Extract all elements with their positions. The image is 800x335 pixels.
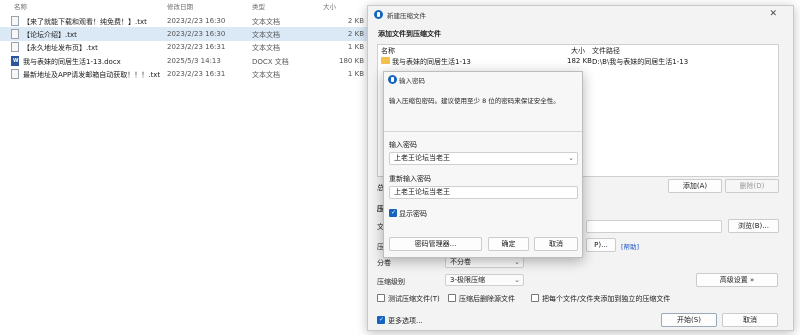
more-options-label: 更多选项... — [388, 317, 423, 325]
password-hint: 输入压缩包密码。建议使用至少 8 位的密码来保证安全性。 — [389, 97, 560, 105]
divider — [384, 131, 582, 132]
advanced-settings-button[interactable]: 高级设置 » — [696, 273, 778, 287]
reenter-password-value: 上老王论坛当老王 — [394, 188, 450, 196]
password-manager-button[interactable]: 密码管理器... — [389, 237, 482, 251]
file-date: 2023/2/23 16:30 — [167, 30, 226, 39]
add-button[interactable]: 添加(A) — [668, 179, 722, 193]
list-header-size[interactable]: 大小 — [571, 46, 585, 56]
enter-password-value: 上老王论坛当老王 — [394, 154, 450, 162]
compression-level-value: 3-极限压缩 — [450, 276, 485, 284]
password-cancel-button[interactable]: 取消 — [534, 237, 578, 251]
list-item-path: D:\B\我与表妹的同居生活1-13 — [592, 58, 689, 66]
password-ok-button[interactable]: 确定 — [488, 237, 529, 251]
reenter-password-label: 重新输入密码 — [389, 175, 431, 183]
password-app-icon — [388, 75, 397, 84]
archive-path-field[interactable] — [586, 220, 722, 233]
delete-button[interactable]: 删除(D) — [725, 179, 779, 193]
password-button[interactable]: P)... — [586, 238, 616, 252]
start-button[interactable]: 开始(S) — [661, 313, 717, 327]
list-item-name: 我与表妹的同居生活1-13 — [392, 58, 471, 66]
docx-file-icon — [11, 55, 19, 66]
browse-button[interactable]: 浏览(B)... — [728, 219, 779, 233]
file-type: 文本文档 — [252, 44, 280, 53]
column-header-name[interactable]: 名称 — [14, 1, 27, 11]
archive-titlebar[interactable]: 新建压缩文件 ✕ — [368, 6, 793, 23]
enter-password-input[interactable]: 上老王论坛当老王 ⌄ — [389, 152, 578, 165]
file-row[interactable]: 我与表妹的同居生活1-13.docx 2025/5/3 14:13 DOCX 文档 1… — [0, 54, 372, 68]
folder-icon — [381, 57, 390, 64]
chevron-down-icon[interactable]: ⌄ — [568, 153, 574, 163]
file-name: 【论坛介绍】.txt — [23, 31, 77, 40]
separate-archives-label: 把每个文件/文件夹添加到独立的压缩文件 — [542, 295, 671, 303]
file-row[interactable]: 最新地址及APP请发邮箱自动获取！！！.txt 2023/2/23 16:31 文本… — [0, 67, 372, 81]
help-link[interactable]: [帮助] — [621, 241, 639, 251]
archive-app-icon — [374, 10, 383, 19]
add-files-section-label: 添加文件到压缩文件 — [378, 30, 441, 38]
archive-cancel-button[interactable]: 取消 — [722, 313, 778, 327]
txt-file-icon — [11, 68, 19, 79]
test-archive-label: 测试压缩文件(T) — [388, 295, 440, 303]
list-item-size: 182 KB — [567, 57, 592, 65]
volume-label: 分卷 — [377, 259, 391, 267]
file-type: 文本文档 — [252, 18, 280, 26]
password-dialog-title: 输入密码 — [399, 77, 425, 85]
file-date: 2023/2/23 16:31 — [167, 69, 226, 78]
file-row[interactable]: 【论坛介绍】.txt 2023/2/23 16:30 文本文档 2 KB — [0, 27, 372, 42]
txt-file-icon — [11, 29, 19, 40]
list-item[interactable]: 我与表妹的同居生活1-13 182 KB D:\B\我与表妹的同居生活1-13 — [379, 56, 777, 67]
file-date: 2023/2/23 16:30 — [167, 17, 226, 25]
txt-file-icon — [11, 16, 19, 26]
list-header-path[interactable]: 文件路径 — [592, 46, 620, 56]
password-dialog: 输入密码 输入压缩包密码。建议使用至少 8 位的密码来保证安全性。 输入密码 上… — [383, 71, 583, 258]
list-header-name[interactable]: 名称 — [381, 46, 395, 56]
column-header-size[interactable]: 大小 — [323, 1, 336, 11]
archive-close-icon[interactable]: ✕ — [769, 9, 777, 19]
show-password-checkbox[interactable] — [389, 209, 397, 217]
more-options-checkbox[interactable] — [377, 316, 385, 324]
separate-archives-checkbox[interactable] — [531, 294, 539, 302]
archive-dialog-title: 新建压缩文件 — [387, 12, 426, 20]
compression-level-label: 压缩级别 — [377, 278, 405, 286]
file-name: 【来了就能下载和观看！纯免费！】.txt — [23, 18, 147, 26]
file-name: 【永久地址发布页】.txt — [23, 44, 98, 53]
file-name: 我与表妹的同居生活1-13.docx — [23, 57, 121, 66]
compression-level-select[interactable]: 3-极限压缩 ⌄ — [445, 274, 524, 286]
column-header-date[interactable]: 修改日期 — [167, 1, 193, 11]
file-size: 2 KB — [347, 17, 364, 25]
file-size: 180 KB — [339, 56, 364, 65]
file-name: 最新地址及APP请发邮箱自动获取！！！.txt — [23, 70, 161, 79]
delete-source-checkbox[interactable] — [448, 294, 456, 302]
test-archive-checkbox[interactable] — [377, 294, 385, 302]
chevron-down-icon: ⌄ — [514, 276, 520, 284]
file-size: 1 KB — [347, 69, 364, 78]
file-row[interactable]: 【来了就能下载和观看！纯免费！】.txt 2023/2/23 16:30 文本文档 2… — [0, 14, 372, 28]
txt-file-icon — [11, 42, 19, 53]
file-row[interactable]: 【永久地址发布页】.txt 2023/2/23 16:31 文本文档 1 KB — [0, 40, 372, 54]
delete-source-label: 压缩后删除源文件 — [459, 295, 515, 303]
file-date: 2023/2/23 16:31 — [167, 43, 226, 52]
column-header-type[interactable]: 类型 — [252, 1, 265, 11]
file-size: 2 KB — [347, 30, 364, 39]
reenter-password-input[interactable]: 上老王论坛当老王 — [389, 186, 578, 199]
show-password-label: 显示密码 — [399, 210, 427, 218]
file-date: 2025/5/3 14:13 — [167, 56, 221, 65]
enter-password-label: 输入密码 — [389, 141, 417, 149]
file-type: 文本文档 — [252, 31, 280, 40]
chevron-down-icon: ⌄ — [514, 258, 520, 266]
volume-select-value: 不分卷 — [450, 258, 471, 266]
file-type: DOCX 文档 — [252, 57, 289, 66]
file-size: 1 KB — [347, 43, 364, 52]
file-type: 文本文档 — [252, 70, 280, 79]
